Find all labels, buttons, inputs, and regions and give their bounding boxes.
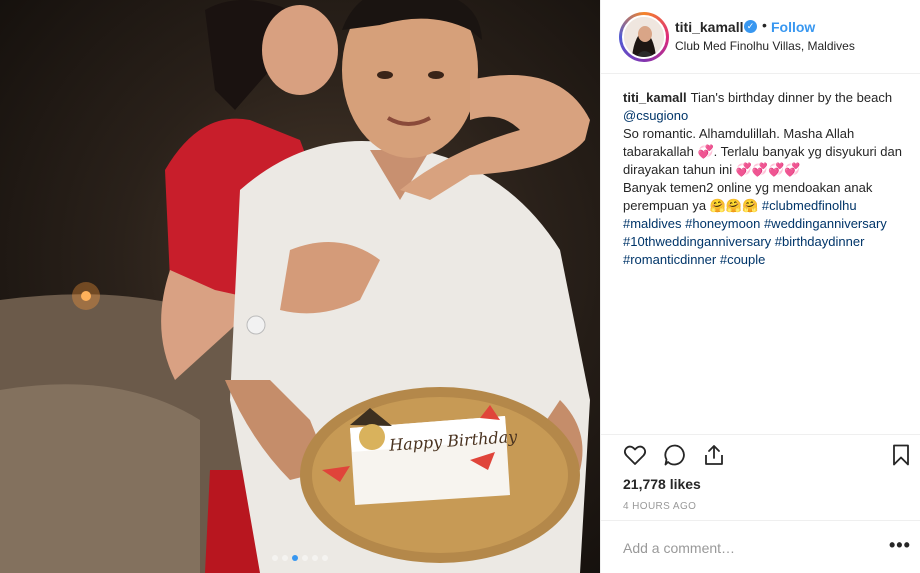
post-photo[interactable]: Happy Birthday xyxy=(0,0,600,573)
carousel-indicator xyxy=(0,555,600,561)
heart-icon[interactable] xyxy=(623,443,647,467)
action-bar xyxy=(601,434,920,474)
woman-face xyxy=(262,5,338,95)
hashtag-link[interactable]: #honeymoon xyxy=(685,216,760,231)
carousel-dot[interactable] xyxy=(292,555,298,561)
caption-line-2: So romantic. Alhamdulillah. Masha Allah … xyxy=(623,126,902,177)
wristwatch xyxy=(246,315,266,335)
follow-button[interactable]: Follow xyxy=(771,19,815,35)
post-header: titi_kamall ✓ • Follow Club Med Finolhu … xyxy=(601,0,920,74)
hashtag-link[interactable]: #maldives xyxy=(623,216,682,231)
avatar[interactable] xyxy=(619,12,669,62)
cake-fruit xyxy=(359,424,385,450)
comment-box: ••• xyxy=(601,520,920,573)
hashtag-link[interactable]: #clubmedfinolhu xyxy=(762,198,857,213)
share-icon[interactable] xyxy=(702,443,726,467)
likes-count[interactable]: 21,778 likes xyxy=(623,476,701,492)
location-link[interactable]: Club Med Finolhu Villas, Maldives xyxy=(675,39,855,53)
caption-line-3: Banyak temen2 online yg mendoakan anak p… xyxy=(623,179,909,269)
post-side-panel: titi_kamall ✓ • Follow Club Med Finolhu … xyxy=(600,0,920,573)
photo-illustration: Happy Birthday xyxy=(0,0,590,573)
sand-light xyxy=(0,384,200,573)
username[interactable]: titi_kamall xyxy=(675,19,743,35)
caption: titi_kamall Tian's birthday dinner by the… xyxy=(623,89,909,269)
man-eye-right xyxy=(428,71,444,79)
hashtag-link[interactable]: #weddinganniversary xyxy=(764,216,887,231)
comment-input[interactable] xyxy=(623,537,873,559)
man-eye-left xyxy=(377,71,393,79)
more-options-icon[interactable]: ••• xyxy=(889,535,911,556)
carousel-dot[interactable] xyxy=(282,555,288,561)
hashtag-link[interactable]: #couple xyxy=(720,252,766,267)
carousel-dot[interactable] xyxy=(272,555,278,561)
avatar-illustration xyxy=(624,17,664,57)
carousel-dot[interactable] xyxy=(322,555,328,561)
avatar-image xyxy=(622,15,666,59)
hashtag-link[interactable]: #10thweddinganniversary xyxy=(623,234,771,249)
comment-icon[interactable] xyxy=(663,443,687,467)
hashtag-link[interactable]: #birthdaydinner xyxy=(775,234,865,249)
caption-text-1: Tian's birthday dinner by the beach xyxy=(690,90,893,105)
header-separator: • xyxy=(762,17,767,33)
carousel-dot[interactable] xyxy=(312,555,318,561)
post-timestamp: 4 HOURS AGO xyxy=(623,501,697,512)
candle xyxy=(81,291,91,301)
caption-line-1: titi_kamall Tian's birthday dinner by the… xyxy=(623,89,909,125)
hashtag-link[interactable]: #romanticdinner xyxy=(623,252,716,267)
caption-username[interactable]: titi_kamall xyxy=(623,90,687,105)
carousel-dot[interactable] xyxy=(302,555,308,561)
caption-mention[interactable]: @csugiono xyxy=(623,108,688,123)
bookmark-icon[interactable] xyxy=(889,443,913,467)
verified-badge-icon: ✓ xyxy=(744,20,757,33)
